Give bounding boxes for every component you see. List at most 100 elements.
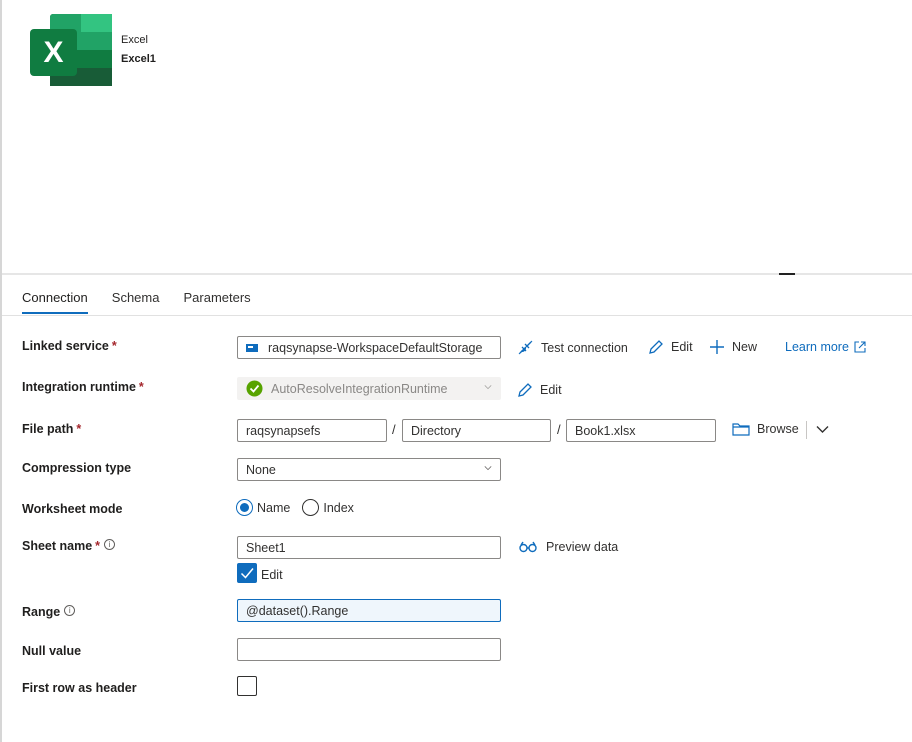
radio-label: Name	[257, 500, 291, 515]
tab-schema[interactable]: Schema	[112, 290, 160, 313]
edit-integration-runtime-button[interactable]: Edit	[517, 382, 562, 398]
edit-linked-service-button[interactable]: Edit	[648, 339, 693, 355]
file-path-label: File path *	[22, 422, 237, 436]
worksheet-mode-row: Worksheet mode	[22, 502, 237, 516]
path-separator: /	[392, 422, 396, 437]
check-circle-icon	[246, 380, 263, 397]
properties-tabs: Connection Schema Parameters	[22, 290, 275, 314]
sheet-name-edit-checkbox[interactable]	[237, 563, 257, 583]
container-value: raqsynapsefs	[246, 423, 321, 438]
range-label: Range i	[22, 605, 237, 619]
tab-parameters[interactable]: Parameters	[183, 290, 250, 313]
browse-options-dropdown[interactable]	[816, 425, 836, 434]
new-label: New	[732, 340, 758, 354]
first-row-header-checkbox[interactable]	[237, 676, 257, 696]
test-connection-label: Test connection	[541, 340, 628, 355]
radio-button-checked[interactable]	[236, 499, 253, 516]
required-marker: *	[95, 539, 101, 553]
compression-type-value: None	[246, 462, 276, 477]
new-linked-service-button[interactable]: New	[709, 339, 757, 355]
splitter-handle[interactable]	[779, 273, 795, 275]
file-path-row: File path *	[22, 422, 237, 436]
integration-runtime-value: AutoResolveIntegrationRuntime	[271, 381, 448, 396]
linked-service-row: Linked service *	[22, 339, 237, 353]
required-marker: *	[138, 380, 144, 394]
plus-icon	[710, 340, 724, 354]
linked-service-value: raqsynapse-WorkspaceDefaultStorage	[268, 340, 483, 355]
label-text: Linked service	[22, 339, 109, 353]
browse-button[interactable]: Browse	[732, 422, 799, 436]
chevron-down-icon	[816, 426, 829, 433]
label-text: File path	[22, 422, 74, 436]
radio-button[interactable]	[302, 499, 320, 516]
tab-divider	[2, 315, 912, 316]
tab-connection[interactable]: Connection	[22, 290, 88, 314]
pencil-icon	[518, 383, 532, 397]
compression-type-select[interactable]: None	[237, 458, 501, 481]
label-text: Range	[22, 605, 61, 619]
folder-icon	[732, 423, 750, 436]
file-value: Book1.xlsx	[575, 423, 636, 438]
learn-more-label: Learn more	[785, 340, 849, 354]
activity-name: Excel1	[121, 53, 156, 65]
edit-checkbox-label: Edit	[261, 568, 283, 582]
plug-icon	[518, 340, 533, 355]
null-value-row: Null value	[22, 644, 237, 658]
activity-type: Excel	[121, 34, 148, 46]
preview-data-button[interactable]: Preview data	[519, 540, 618, 554]
label-text: Sheet name	[22, 539, 93, 553]
edit-label: Edit	[540, 383, 562, 397]
directory-placeholder: Directory	[411, 423, 462, 438]
integration-runtime-row: Integration runtime *	[22, 380, 237, 394]
excel-activity[interactable]: X	[28, 12, 114, 88]
integration-runtime-label: Integration runtime *	[22, 380, 237, 394]
file-path-file-input[interactable]: Book1.xlsx	[566, 419, 716, 442]
learn-more-link[interactable]: Learn more	[785, 340, 873, 354]
panel-splitter[interactable]	[2, 273, 912, 275]
path-separator: /	[557, 422, 561, 437]
chevron-down-icon	[484, 466, 492, 471]
worksheet-mode-label: Worksheet mode	[22, 502, 123, 516]
radio-name[interactable]: Name	[236, 499, 290, 516]
info-icon[interactable]: i	[64, 605, 76, 616]
compression-type-row: Compression type	[22, 461, 237, 475]
null-value-input[interactable]	[237, 638, 501, 661]
required-marker: *	[76, 422, 82, 436]
sheet-name-label: Sheet name * i	[22, 539, 237, 553]
external-link-icon	[854, 341, 866, 353]
null-value-label: Null value	[22, 644, 82, 658]
range-row: Range i	[22, 605, 237, 619]
label-text: Integration runtime	[22, 380, 136, 394]
excel-logo-icon: X	[28, 12, 114, 88]
worksheet-mode-radio-group: Name Index	[236, 499, 366, 516]
glasses-icon	[519, 541, 537, 553]
compression-type-label: Compression type	[22, 461, 132, 475]
storage-icon	[246, 343, 258, 352]
radio-index[interactable]: Index	[302, 499, 354, 516]
file-path-directory-input[interactable]: Directory	[402, 419, 551, 442]
linked-service-select[interactable]: raqsynapse-WorkspaceDefaultStorage	[237, 336, 501, 359]
sheet-name-row: Sheet name * i	[22, 539, 237, 553]
browse-divider	[806, 421, 807, 439]
integration-runtime-select[interactable]: AutoResolveIntegrationRuntime	[237, 377, 501, 400]
radio-label: Index	[323, 500, 354, 515]
file-path-container-input[interactable]: raqsynapsefs	[237, 419, 387, 442]
edit-label: Edit	[671, 340, 693, 354]
browse-label: Browse	[757, 422, 799, 436]
sheet-name-input[interactable]: Sheet1	[237, 536, 501, 559]
test-connection-button[interactable]: Test connection	[517, 339, 628, 356]
sheet-name-value: Sheet1	[246, 540, 286, 555]
first-row-header-row: First row as header	[22, 681, 237, 695]
chevron-down-icon	[484, 385, 492, 390]
svg-text:X: X	[43, 36, 63, 69]
first-row-header-label: First row as header	[22, 681, 137, 695]
checkmark-icon	[240, 568, 254, 579]
range-value: @dataset().Range	[246, 603, 349, 618]
activity-labels: Excel Excel1	[121, 34, 156, 65]
range-input[interactable]: @dataset().Range	[237, 599, 501, 622]
preview-data-label: Preview data	[546, 540, 619, 554]
pencil-icon	[649, 340, 663, 354]
info-icon[interactable]: i	[104, 539, 116, 550]
linked-service-label: Linked service *	[22, 339, 237, 353]
required-marker: *	[111, 339, 117, 353]
